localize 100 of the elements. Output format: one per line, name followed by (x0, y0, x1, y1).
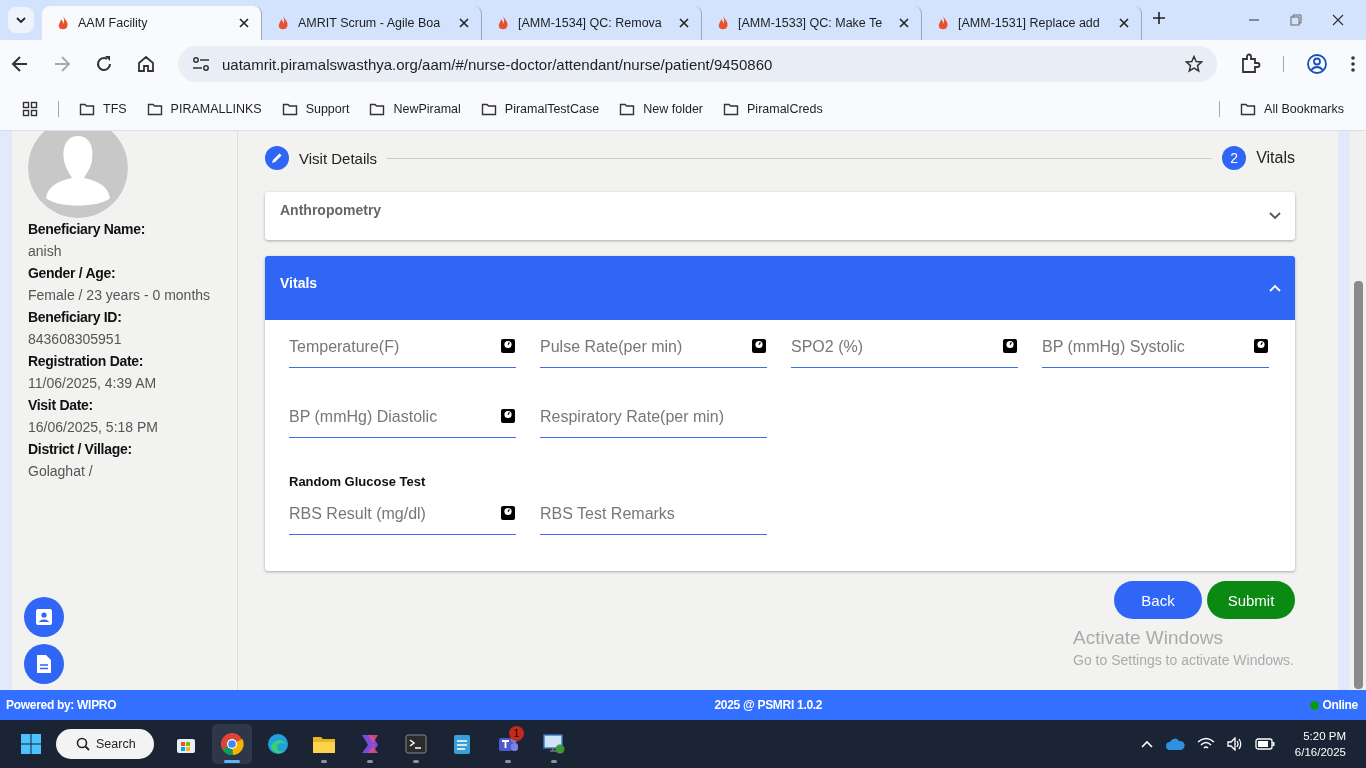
panel-header[interactable]: Vitals (265, 256, 1295, 320)
field-label: District / Village: (28, 440, 133, 459)
status-label: Online (1322, 698, 1358, 713)
footer-credit: Powered by: WIPRO (6, 698, 117, 713)
notification-badge: 1 (509, 726, 524, 742)
pencil-icon (271, 152, 283, 164)
address-bar[interactable]: uatamrit.piramalswasthya.org/aam/#/nurse-doctor/attendant/nurse/patient/9450860 (178, 46, 1217, 82)
search-icon (76, 737, 90, 752)
taskbar-app[interactable] (212, 724, 252, 765)
bookmark[interactable]: PIRAMALLINKS (170, 102, 262, 116)
field-label: Registration Date: (28, 352, 145, 371)
bookmark[interactable]: NewPiramal (393, 102, 461, 116)
profile-button[interactable] (24, 597, 64, 638)
input-field[interactable]: BP (mmHg) Diastolic (289, 398, 516, 438)
more-icon[interactable] (1350, 55, 1356, 73)
close-icon[interactable] (237, 16, 251, 30)
terminal-icon (405, 734, 427, 755)
folder-icon (619, 102, 636, 116)
activation-title: Activate Windows (1073, 627, 1224, 649)
flame-icon (716, 15, 730, 31)
bookmark[interactable]: PiramalTestCase (504, 102, 600, 116)
star-icon[interactable] (1185, 55, 1203, 73)
back-button[interactable]: Back (1114, 581, 1202, 619)
scale-icon[interactable] (500, 408, 516, 424)
clock[interactable]: 5:20 PM 6/16/2025 (1294, 728, 1346, 761)
flame-icon (56, 15, 70, 31)
folder-icon (723, 102, 740, 116)
field-value: Golaghat / (28, 462, 94, 481)
chevron-up-icon[interactable] (1140, 740, 1153, 749)
battery-icon[interactable] (1254, 738, 1275, 751)
volume-icon[interactable] (1226, 737, 1243, 752)
step-label[interactable]: Visit Details (299, 149, 378, 167)
panel-header[interactable]: Anthropometry (265, 192, 1295, 240)
input-field[interactable]: SPO2 (%) (791, 328, 1018, 368)
back-icon[interactable] (10, 54, 30, 74)
close-icon[interactable] (677, 16, 691, 30)
bookmark[interactable]: PiramalCreds (747, 102, 823, 116)
close-icon[interactable] (1117, 16, 1131, 30)
plus-icon[interactable] (1152, 11, 1166, 25)
bookmark[interactable]: New folder (643, 102, 704, 116)
reload-icon[interactable] (94, 54, 114, 74)
cloud-icon[interactable] (1164, 737, 1185, 752)
scrollbar[interactable] (1350, 131, 1366, 691)
input-field[interactable]: Pulse Rate(per min) (540, 328, 767, 368)
scale-icon[interactable] (500, 338, 516, 354)
footer-version: 2025 @ PSMRI 1.0.2 (713, 698, 824, 713)
input-field[interactable]: BP (mmHg) Systolic (1042, 328, 1269, 368)
browser-tab[interactable]: AAM Facility (42, 6, 262, 40)
folder-icon (1240, 102, 1257, 116)
field-label: Visit Date: (28, 396, 94, 415)
tab-search-button[interactable] (8, 7, 34, 33)
scale-icon[interactable] (1002, 338, 1018, 354)
bookmark[interactable]: TFS (103, 102, 127, 116)
start-icon[interactable] (20, 733, 42, 756)
folder-icon (281, 102, 298, 116)
close-icon[interactable] (897, 16, 911, 30)
field-label: Gender / Age: (28, 264, 117, 283)
flame-icon (936, 15, 950, 31)
flame-icon (276, 15, 290, 31)
close-icon[interactable] (1332, 14, 1344, 26)
computer-icon (542, 733, 566, 756)
contact-card-icon (35, 608, 53, 627)
search-button[interactable]: Search (56, 729, 154, 760)
home-icon[interactable] (136, 54, 156, 74)
input-field[interactable]: Respiratory Rate(per min) (540, 398, 767, 438)
field-value: 16/06/2025, 5:18 PM (28, 418, 159, 437)
field-value: Female / 23 years - 0 months (28, 286, 212, 305)
field-label: Beneficiary ID: (28, 308, 123, 327)
input-field[interactable]: RBS Result (mg/dl) (289, 495, 516, 535)
site-settings-icon[interactable] (192, 56, 210, 72)
scale-icon[interactable] (751, 338, 767, 354)
field-value: 843608305951 (28, 330, 123, 349)
bookmark[interactable]: Support (305, 102, 350, 116)
chevron-down-icon[interactable] (1269, 212, 1281, 220)
scale-icon[interactable] (1253, 338, 1269, 354)
scale-icon[interactable] (500, 505, 516, 521)
profile-icon[interactable] (1306, 53, 1328, 75)
folder-icon (480, 102, 497, 116)
activation-message: Go to Settings to activate Windows. (1073, 652, 1295, 668)
input-field[interactable]: RBS Test Remarks (540, 495, 767, 535)
extensions-icon[interactable] (1239, 53, 1261, 75)
field-value: 11/06/2025, 4:39 AM (28, 374, 158, 393)
restore-icon[interactable] (1290, 14, 1302, 26)
document-icon (36, 654, 52, 675)
step-number: 2 (1222, 146, 1247, 170)
step-label[interactable]: Vitals (1256, 149, 1295, 167)
flame-icon (496, 15, 510, 31)
taskbar-app[interactable]: 1 (488, 724, 528, 765)
folder-icon (369, 102, 386, 116)
apps-grid-icon[interactable] (22, 101, 38, 117)
chevron-down-icon (15, 14, 27, 26)
input-field[interactable]: Temperature(F) (289, 328, 516, 368)
notepad-icon (453, 733, 471, 756)
submit-button[interactable]: Submit (1207, 581, 1295, 619)
document-button[interactable] (24, 644, 64, 685)
folder-icon (146, 102, 163, 116)
all-bookmarks-link[interactable]: All Bookmarks (1264, 102, 1344, 116)
status-dot (1310, 700, 1320, 710)
swirl-icon (267, 733, 289, 756)
close-icon[interactable] (457, 16, 471, 30)
